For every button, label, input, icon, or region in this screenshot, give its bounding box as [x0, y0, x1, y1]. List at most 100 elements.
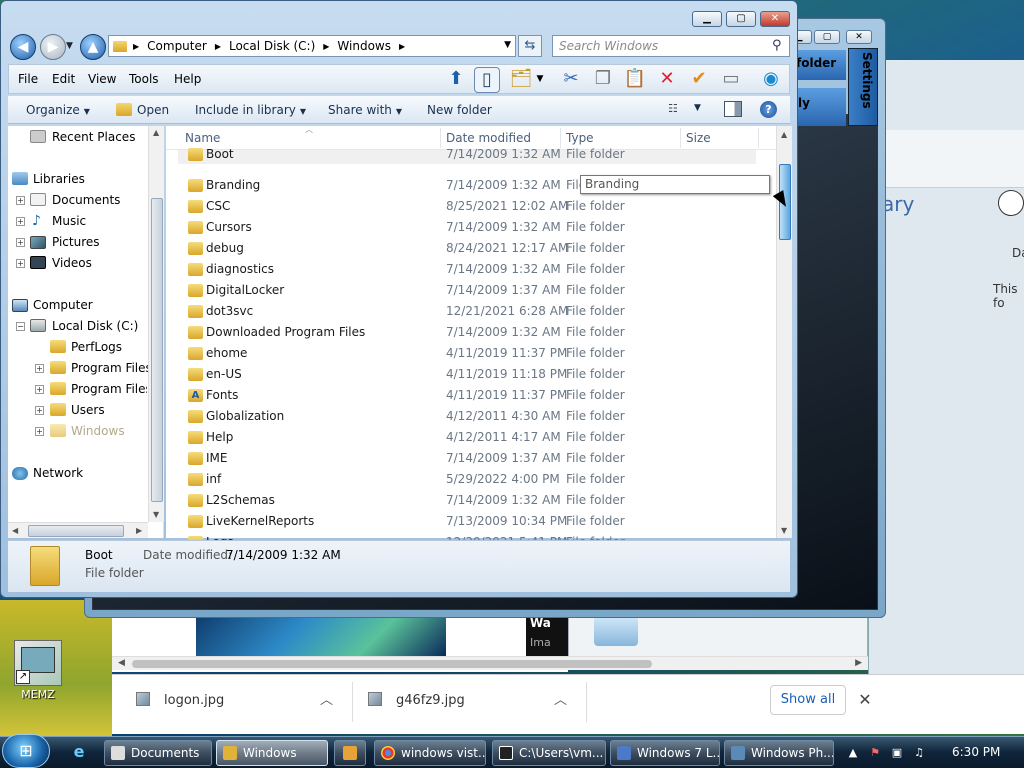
browser-card[interactable]: Wa Ima [526, 612, 568, 656]
rename-icon[interactable]: ▭ [718, 67, 744, 93]
folder-options-icon[interactable]: 🗂 [508, 67, 534, 93]
share-with-button[interactable]: Share with ▼ [328, 103, 402, 117]
background-tab-folder[interactable]: folder [792, 50, 846, 80]
chevron-up-icon[interactable]: ︿ [554, 690, 567, 714]
nav-program-files-x86[interactable]: + Program Files ( [8, 379, 158, 399]
address-bar[interactable]: ▶ Computer ▶ Local Disk (C:) ▶ Windows ▶… [108, 35, 516, 57]
background-window-right[interactable] [868, 60, 1024, 690]
background-window-nav-button[interactable] [998, 190, 1024, 216]
download-item[interactable]: g46fz9.jpg [396, 690, 465, 714]
maximize-icon[interactable]: ▢ [814, 30, 840, 44]
background-tab-ly[interactable]: ly [792, 88, 846, 126]
file-row[interactable]: DigitalLocker 7/14/2009 1:37 AM File folde… [178, 280, 756, 301]
new-folder-button[interactable]: New folder [427, 103, 492, 117]
scroll-right-icon[interactable]: ▶ [855, 658, 862, 668]
nav-users[interactable]: + Users [8, 400, 158, 420]
view-pane-icon[interactable]: ▯ [474, 67, 500, 93]
copy-icon[interactable]: ❐ [590, 67, 616, 93]
scroll-left-icon[interactable]: ◀ [118, 658, 125, 668]
expand-icon[interactable]: + [16, 238, 25, 247]
taskbar-item-windows-photo[interactable]: Windows Ph... [724, 740, 834, 766]
expand-icon[interactable]: + [35, 364, 44, 373]
nav-videos[interactable]: + Videos [8, 253, 158, 273]
search-icon[interactable]: ⚲ [772, 38, 786, 53]
nav-program-files[interactable]: + Program Files [8, 358, 158, 378]
nav-pictures[interactable]: + Pictures [8, 232, 158, 252]
download-item[interactable]: logon.jpg [164, 690, 224, 714]
taskbar-item-documents[interactable]: Documents [104, 740, 212, 766]
internet-explorer-icon[interactable]: e [64, 740, 94, 766]
chevron-right-icon[interactable]: ▶ [399, 42, 405, 51]
expand-icon[interactable]: + [16, 217, 25, 226]
close-icon[interactable]: ✕ [846, 30, 872, 44]
chevron-down-icon[interactable]: ▼ [534, 67, 546, 93]
file-row[interactable]: inf 5/29/2022 4:00 PM File folder [178, 469, 756, 490]
scroll-left-icon[interactable]: ◀ [12, 526, 18, 535]
scroll-down-icon[interactable]: ▼ [781, 526, 787, 535]
paste-icon[interactable]: 📋 [622, 67, 648, 93]
nav-music[interactable]: + ♪ Music [8, 211, 158, 231]
volume-icon[interactable]: ♫ [912, 746, 926, 760]
column-divider[interactable] [758, 128, 759, 148]
network-tray-icon[interactable]: ▣ [890, 746, 904, 760]
breadcrumb-windows[interactable]: Windows [337, 39, 391, 53]
file-row[interactable]: Globalization 4/12/2011 4:30 AM File folde… [178, 406, 756, 427]
nav-vscroll-thumb[interactable] [151, 198, 163, 502]
action-center-icon[interactable]: ⚑ [868, 746, 882, 760]
show-hidden-icons-icon[interactable]: ▲ [846, 746, 860, 760]
file-row[interactable]: Boot 7/14/2009 1:32 AM File folder [178, 144, 756, 164]
desktop-icon-label[interactable]: MEMZ [8, 688, 68, 701]
nav-network[interactable]: Network [8, 463, 158, 483]
expand-icon[interactable]: + [35, 427, 44, 436]
scroll-up-icon[interactable]: ▲ [781, 130, 787, 139]
file-row[interactable]: ehome 4/11/2019 11:37 PM File folder [178, 343, 756, 364]
open-button[interactable]: Open [137, 103, 169, 117]
views-icon[interactable]: ☷ [668, 102, 686, 116]
globe-icon[interactable]: ◉ [758, 67, 784, 93]
scroll-down-icon[interactable]: ▼ [153, 510, 159, 519]
cut-icon[interactable]: ✂ [558, 67, 584, 93]
nav-recent-places[interactable]: Recent Places [8, 127, 158, 147]
start-button[interactable]: ⊞ [2, 734, 50, 768]
properties-check-icon[interactable]: ✔ [686, 67, 712, 93]
nav-libraries[interactable]: Libraries [8, 169, 158, 189]
chevron-up-icon[interactable]: ︿ [320, 690, 333, 714]
file-row[interactable]: Downloaded Program Files 7/14/2009 1:32 A… [178, 322, 756, 343]
file-row[interactable]: LiveKernelReports 7/13/2009 10:34 PM File … [178, 511, 756, 532]
forward-arrow-icon[interactable]: ▶ [40, 34, 66, 60]
chevron-right-icon[interactable]: ▶ [323, 42, 329, 51]
nav-computer[interactable]: Computer [8, 295, 158, 315]
clock[interactable]: 6:30 PM [952, 745, 1000, 759]
browser-image[interactable] [196, 612, 446, 656]
nav-hscrollbar[interactable]: ◀ ▶ [8, 522, 148, 538]
nav-perflogs[interactable]: PerfLogs [8, 337, 158, 357]
nav-documents[interactable]: + Documents [8, 190, 158, 210]
menu-help[interactable]: Help [174, 72, 201, 86]
expand-icon[interactable]: + [16, 196, 25, 205]
close-icon[interactable]: ✕ [760, 11, 790, 27]
taskbar-item-chrome[interactable]: windows vist... [374, 740, 486, 766]
expand-icon[interactable]: + [16, 259, 25, 268]
up-arrow-icon[interactable]: ▲ [80, 34, 106, 60]
expand-icon[interactable]: + [35, 385, 44, 394]
browser-hscroll-thumb[interactable] [132, 660, 652, 668]
file-row[interactable]: dot3svc 12/21/2021 6:28 AM File folder [178, 301, 756, 322]
nav-windows[interactable]: + Windows [8, 421, 158, 441]
browser-hscrollbar[interactable]: ◀ ▶ [112, 656, 868, 670]
column-date-modified[interactable]: Date modified [446, 131, 531, 145]
back-arrow-icon[interactable]: ◀ [10, 34, 36, 60]
file-list-vscrollbar[interactable]: ▲ ▼ [776, 126, 792, 538]
column-name[interactable]: Name [185, 131, 220, 145]
file-row[interactable]: A Fonts 4/11/2019 11:37 PM File folder [178, 385, 756, 406]
breadcrumb-local-disk[interactable]: Local Disk (C:) [229, 39, 315, 53]
nav-local-disk[interactable]: − Local Disk (C:) [8, 316, 158, 336]
menu-tools[interactable]: Tools [129, 72, 159, 86]
breadcrumb-computer[interactable]: Computer [147, 39, 207, 53]
file-row[interactable]: CSC 8/25/2021 12:02 AM File folder [178, 196, 756, 217]
organize-button[interactable]: Organize ▼ [26, 103, 90, 117]
file-row[interactable]: L2Schemas 7/14/2009 1:32 AM File folder [178, 490, 756, 511]
collapse-icon[interactable]: − [16, 322, 25, 331]
taskbar-item-windows[interactable]: Windows [216, 740, 328, 766]
menu-view[interactable]: View [88, 72, 116, 86]
column-type[interactable]: Type [566, 131, 594, 145]
